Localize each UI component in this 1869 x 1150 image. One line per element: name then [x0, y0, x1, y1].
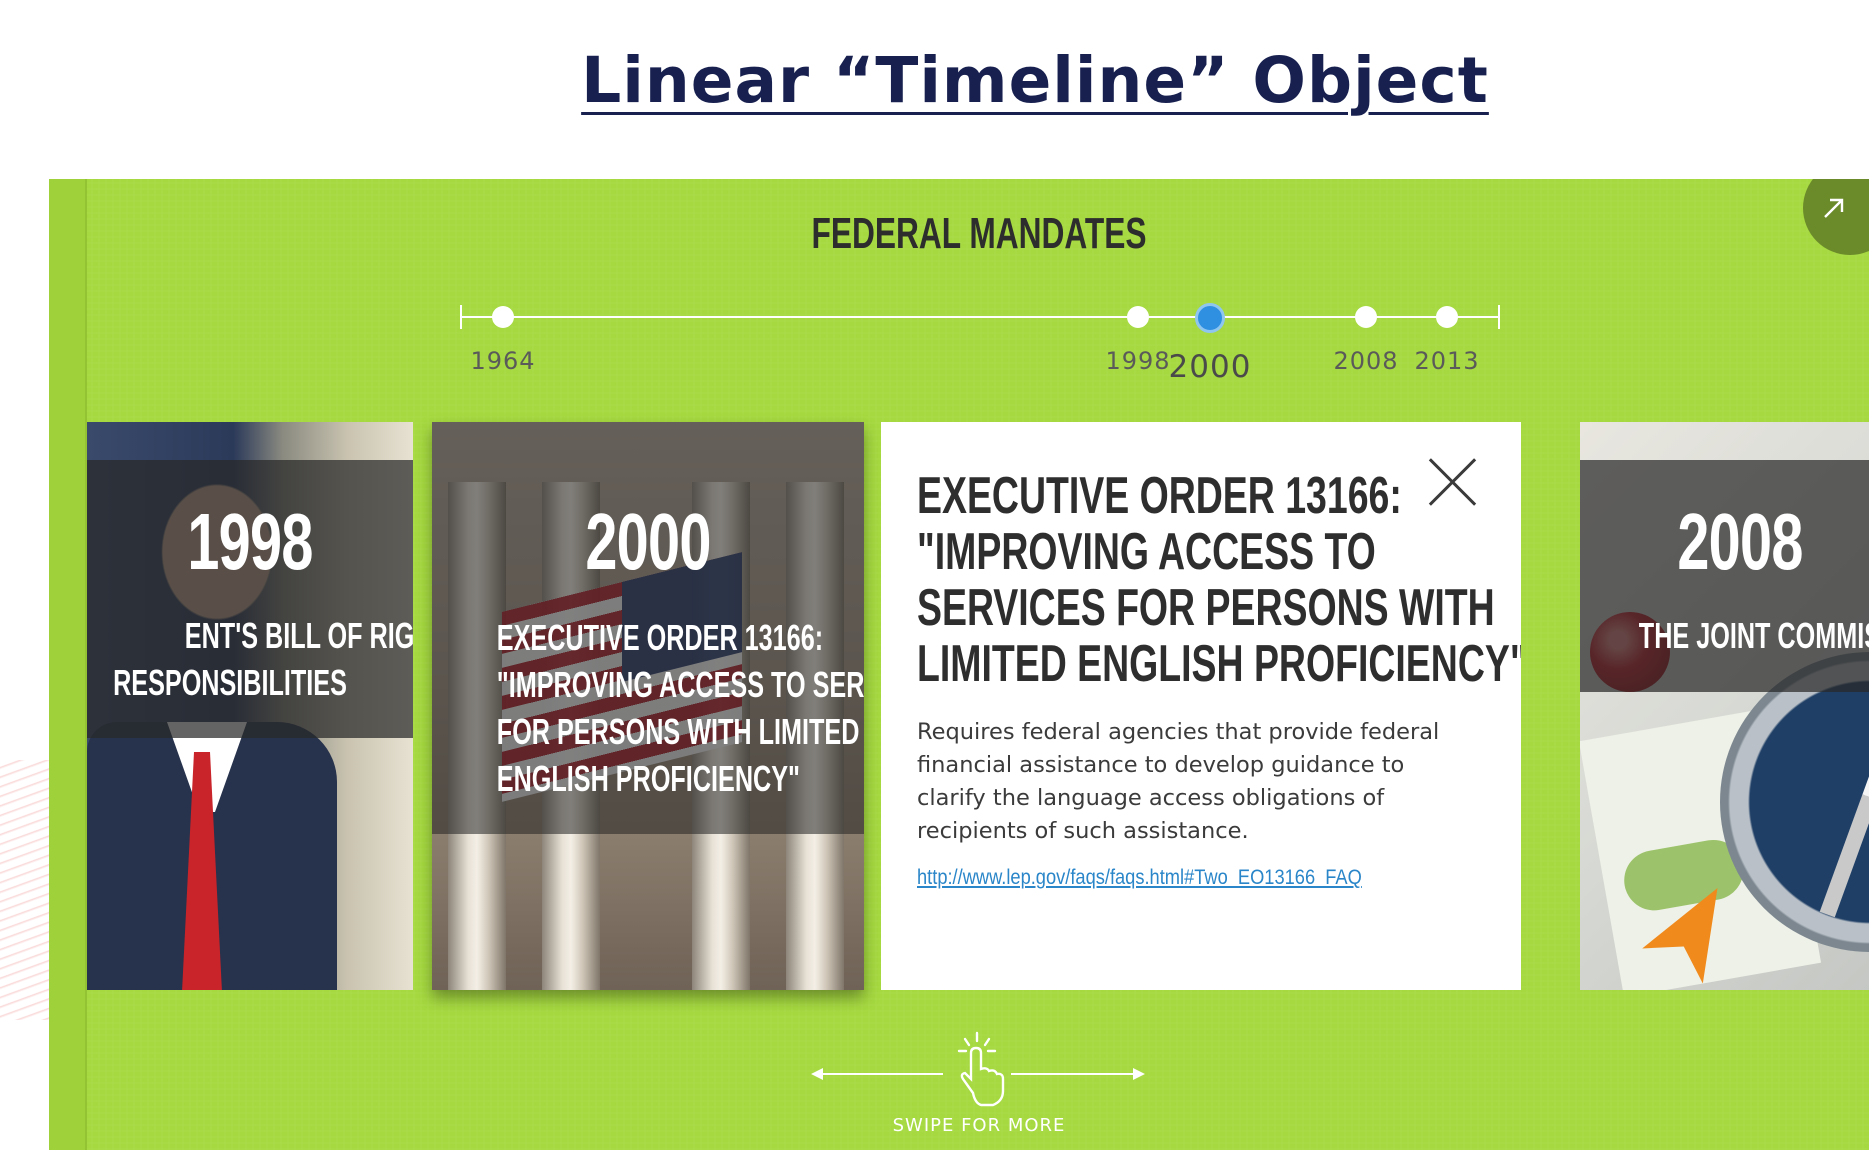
timeline-dot-1964[interactable]	[492, 306, 514, 328]
detail-title-line: LIMITED ENGLISH PROFICIENCY"	[917, 635, 1521, 693]
timeline-start-cap	[460, 305, 462, 329]
detail-description: Requires federal agencies that provide f…	[917, 719, 1440, 844]
card-text-line: ENGLISH PROFICIENCY"	[496, 758, 800, 799]
card-text-line: THE JOINT COMMISSIO	[1638, 615, 1869, 656]
card-1998[interactable]: 1998 ENT'S BILL OF RIGHTS AND RESPONSIBI…	[87, 422, 413, 990]
timeline-year-1998[interactable]: 1998	[1105, 347, 1170, 375]
card-year: 2008	[1677, 497, 1803, 586]
section-heading: FEDERAL MANDATES	[811, 209, 1147, 258]
card-text-line: FOR PERSONS WITH LIMITED	[496, 711, 860, 752]
timeline-dot-1998[interactable]	[1127, 306, 1149, 328]
card-strip: 1998 ENT'S BILL OF RIGHTS AND RESPONSIBI…	[87, 422, 1869, 992]
arrow-left-icon	[811, 1068, 823, 1080]
timeline-year-2000[interactable]: 2000	[1169, 349, 1252, 385]
timeline-widget: FEDERAL MANDATES 1964 1998 2000 2008 201…	[49, 179, 1869, 1150]
card-2008[interactable]: 2008 THE JOINT COMMISSIO	[1580, 422, 1869, 990]
widget-left-edge	[49, 179, 87, 1150]
detail-title-line: EXECUTIVE ORDER 13166:	[917, 467, 1402, 525]
swipe-label: SWIPE FOR MORE	[892, 1115, 1066, 1136]
timeline-year-1964[interactable]: 1964	[470, 347, 535, 375]
card-overlay: 2000 EXECUTIVE ORDER 13166: "IMPROVING A…	[432, 422, 864, 834]
card-text-line: RESPONSIBILITIES	[113, 662, 347, 703]
expand-arrow-icon	[1824, 198, 1844, 218]
timeline-dot-2000[interactable]	[1195, 303, 1225, 333]
card-2000[interactable]: 2000 EXECUTIVE ORDER 13166: "IMPROVING A…	[432, 422, 864, 990]
slide-title: Linear “Timeline” Object	[581, 44, 1489, 117]
timeline-year-2008[interactable]: 2008	[1333, 347, 1398, 375]
card-text-line: ENT'S BILL OF RIGHTS AND	[184, 615, 413, 656]
detail-card: EXECUTIVE ORDER 13166: "IMPROVING ACCESS…	[881, 422, 1521, 990]
arrow-right-icon	[1133, 1068, 1145, 1080]
card-year: 1998	[187, 497, 313, 586]
detail-title-line: SERVICES FOR PERSONS WITH	[917, 579, 1495, 637]
timeline-axis: 1964 1998 2000 2008 2013	[460, 293, 1560, 385]
timeline-end-cap	[1498, 305, 1500, 329]
swipe-left-line	[813, 1073, 943, 1075]
timeline-line	[460, 316, 1500, 318]
swipe-right-line	[1011, 1073, 1141, 1075]
card-text-line: EXECUTIVE ORDER 13166:	[496, 617, 824, 658]
card-text-line: "IMPROVING ACCESS TO SERVICES	[496, 664, 864, 705]
swipe-hand-icon	[957, 1031, 1005, 1107]
timeline-dot-2008[interactable]	[1355, 306, 1377, 328]
timeline-year-2013[interactable]: 2013	[1414, 347, 1479, 375]
detail-link[interactable]: http://www.lep.gov/faqs/faqs.html#Two_EO…	[917, 866, 1411, 890]
card-overlay: 2008 THE JOINT COMMISSIO	[1580, 460, 1869, 692]
card-year: 2000	[585, 497, 711, 586]
card-overlay: 1998 ENT'S BILL OF RIGHTS AND RESPONSIBI…	[87, 460, 413, 738]
timeline-dot-2013[interactable]	[1436, 306, 1458, 328]
detail-title-line: "IMPROVING ACCESS TO	[917, 523, 1376, 581]
